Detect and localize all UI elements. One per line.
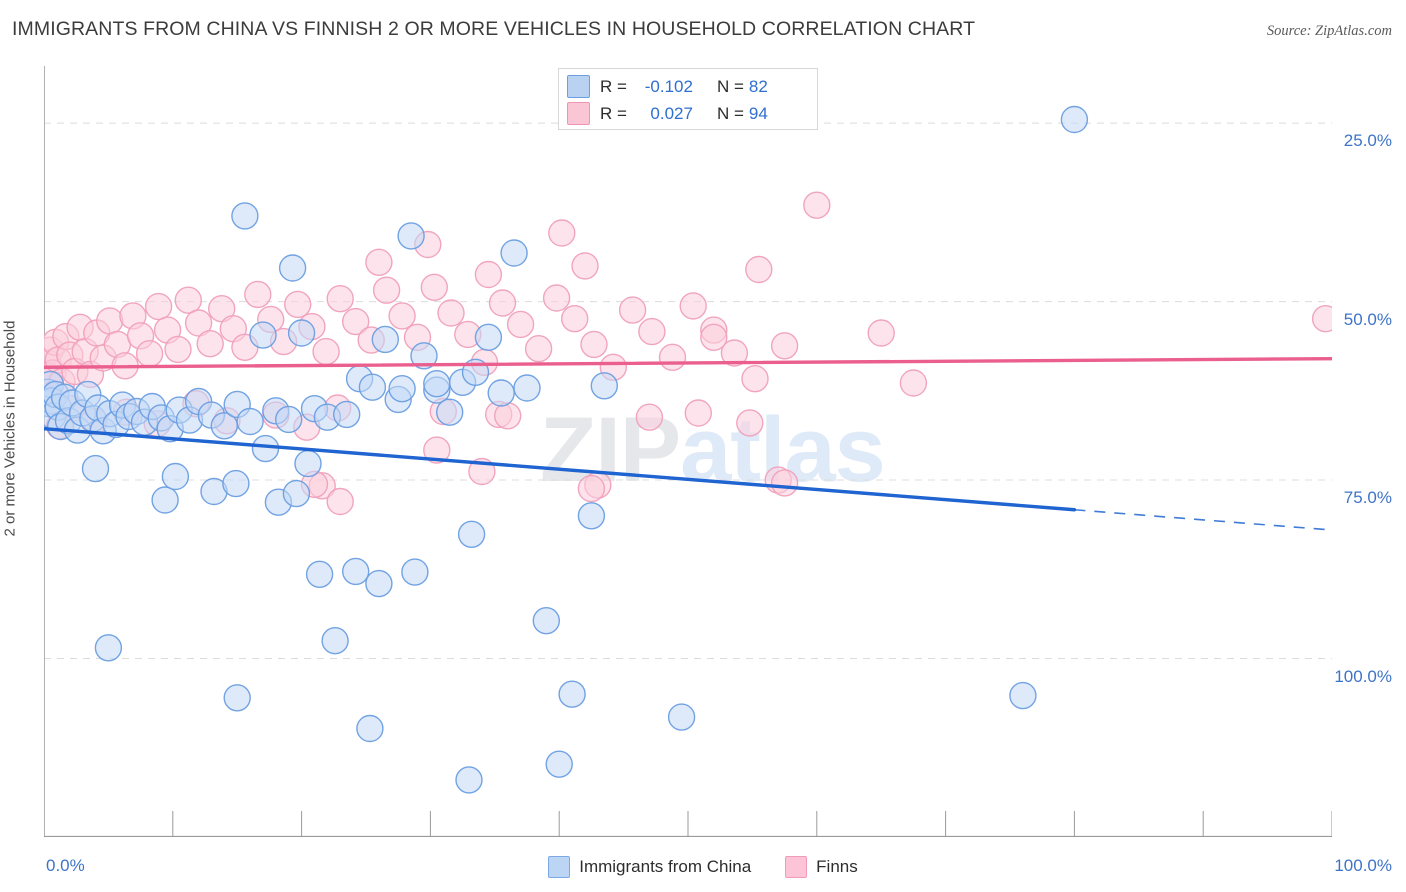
series-legend: Immigrants from China Finns [0, 856, 1406, 878]
page-title: IMMIGRANTS FROM CHINA VS FINNISH 2 OR MO… [12, 18, 976, 40]
y-axis-tick-label: 50.0% [1343, 309, 1392, 329]
series-label-china: Immigrants from China [579, 857, 752, 876]
r-value-pink: 0.027 [650, 103, 693, 123]
n-label-pink: N = [716, 103, 744, 123]
n-value-pink: 94 [748, 103, 768, 123]
correlation-row-pink: R = 0.027 N = 94 [567, 100, 768, 127]
series-swatch-pink [785, 856, 808, 878]
data-points-immigrants-from-china [44, 105, 1089, 794]
series-swatch-blue [548, 856, 571, 878]
scatter-plot-svg [44, 66, 1332, 837]
y-axis-tick-label: 25.0% [1343, 131, 1392, 151]
source-attribution: Source: ZipAtlas.com [1266, 23, 1392, 39]
y-axis-title-text: 2 or more Vehicles in Household [1, 320, 19, 537]
n-value-blue: 82 [748, 76, 768, 96]
y-axis-tick-label: 75.0% [1343, 488, 1392, 508]
correlation-chart: IMMIGRANTS FROM CHINA VS FINNISH 2 OR MO… [0, 0, 1406, 892]
n-label-blue: N = [716, 76, 744, 96]
data-points-finns [44, 191, 1332, 516]
plot-area [44, 66, 1332, 837]
r-label-blue: R = [600, 76, 627, 96]
series-legend-item-finns[interactable]: Finns [785, 856, 858, 878]
legend-swatch-blue [567, 75, 590, 98]
r-label-pink: R = [600, 103, 627, 123]
trendlines [44, 356, 1332, 531]
legend-swatch-pink [567, 102, 590, 125]
r-value-blue: -0.102 [644, 76, 693, 96]
correlation-legend: R = -0.102 N = 82 R = 0.027 N = 94 [558, 68, 818, 130]
y-axis-tick-label: 100.0% [1334, 666, 1392, 686]
series-label-finns: Finns [816, 857, 858, 876]
x-axis-ticks [172, 811, 1332, 836]
correlation-row-blue: R = -0.102 N = 82 [567, 73, 768, 100]
series-legend-item-china[interactable]: Immigrants from China [548, 856, 751, 878]
